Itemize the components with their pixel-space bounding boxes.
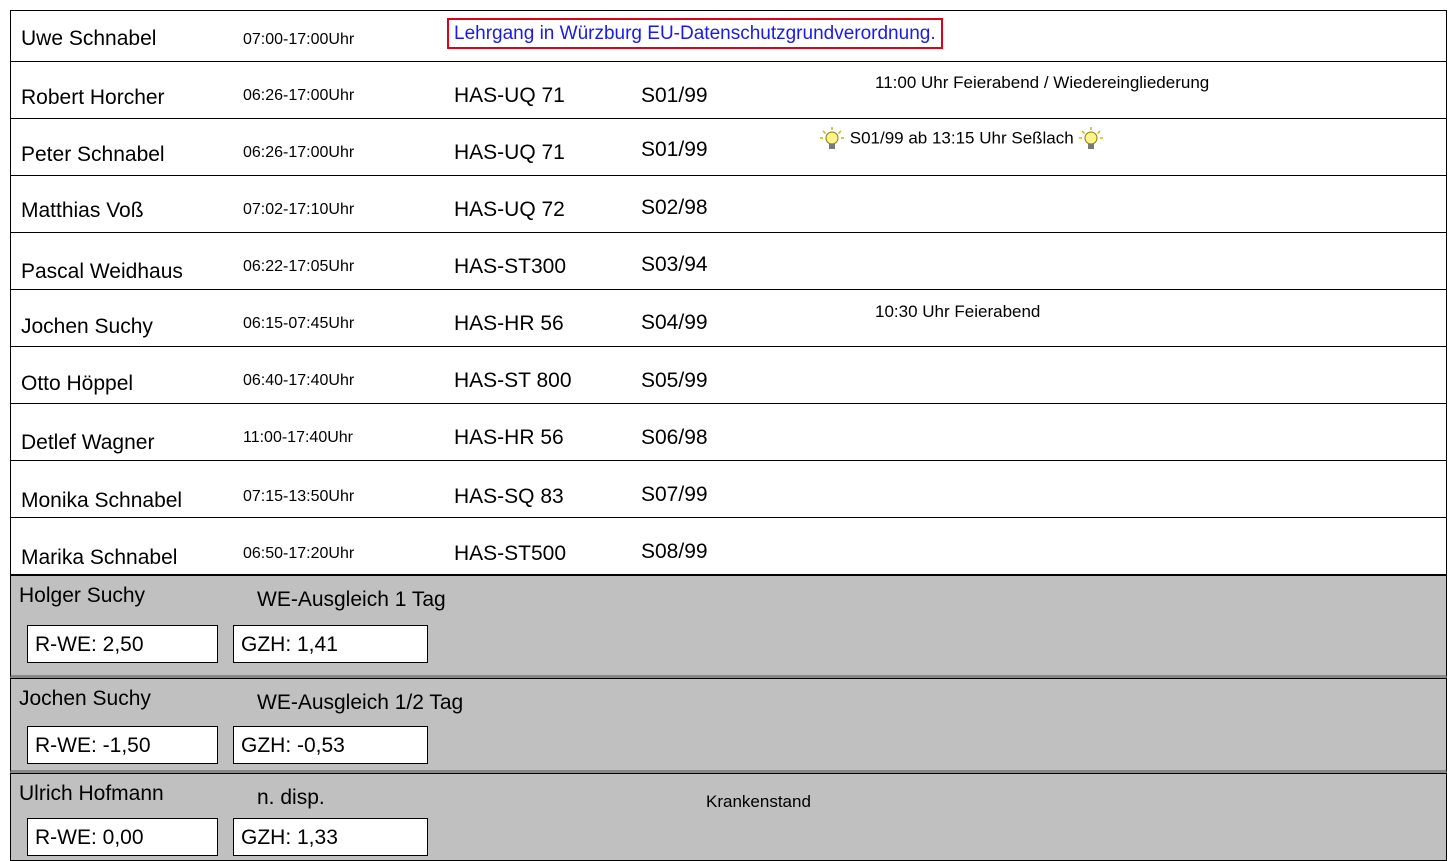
employee-name: Holger Suchy [19, 584, 146, 607]
route-code: S06/98 [641, 426, 708, 449]
lightbulb-icon [1079, 127, 1104, 149]
shift-time: 07:02-17:10Uhr [243, 201, 355, 218]
gzh-field[interactable]: GZH: 1,41 [233, 625, 428, 663]
absence-reason: WE-Ausgleich 1 Tag [257, 588, 446, 611]
employee-name: Marika Schnabel [21, 546, 178, 569]
rwe-field[interactable]: R-WE: 2,50 [27, 625, 218, 663]
employee-name: Otto Höppel [21, 372, 134, 395]
shift-time: 06:22-17:05Uhr [243, 258, 355, 275]
row-note: 10:30 Uhr Feierabend [875, 302, 1041, 321]
roster-row[interactable]: Matthias Voß 07:02-17:10Uhr HAS-UQ 72 S0… [10, 176, 1447, 233]
route-code: S08/99 [641, 540, 708, 563]
roster-row[interactable]: Pascal Weidhaus 06:22-17:05Uhr HAS-ST300… [10, 233, 1447, 290]
vehicle-plate: HAS-UQ 72 [454, 198, 565, 221]
absence-reason: WE-Ausgleich 1/2 Tag [257, 691, 464, 714]
gzh-field[interactable]: GZH: -0,53 [233, 726, 428, 764]
shift-time: 06:15-07:45Uhr [243, 315, 355, 332]
rwe-field[interactable]: R-WE: -1,50 [27, 726, 218, 764]
vehicle-plate: HAS-UQ 71 [454, 84, 565, 107]
vehicle-plate: HAS-SQ 83 [454, 485, 564, 508]
vehicle-plate: HAS-UQ 71 [454, 141, 565, 164]
absence-note: Krankenstand [706, 792, 811, 811]
employee-name: Ulrich Hofmann [19, 782, 164, 805]
route-code: S01/99 [641, 84, 708, 107]
vehicle-plate: HAS-ST500 [454, 542, 567, 565]
shift-time: 07:00-17:00Uhr [243, 31, 355, 48]
employee-name: Jochen Suchy [21, 315, 153, 338]
row-note-with-icons: S01/99 ab 13:15 Uhr Seßlach [819, 126, 1104, 152]
roster-row[interactable]: Marika Schnabel 06:50-17:20Uhr HAS-ST500… [10, 518, 1447, 575]
shift-time: 07:15-13:50Uhr [243, 488, 355, 505]
employee-name: Matthias Voß [21, 199, 144, 222]
absence-row[interactable]: Holger Suchy WE-Ausgleich 1 Tag R-WE: 2,… [10, 575, 1447, 678]
roster-row[interactable]: Monika Schnabel 07:15-13:50Uhr HAS-SQ 83… [10, 461, 1447, 518]
employee-name: Robert Horcher [21, 86, 165, 109]
shift-time: 06:26-17:00Uhr [243, 144, 355, 161]
employee-name: Detlef Wagner [21, 431, 155, 454]
shift-time: 06:40-17:40Uhr [243, 372, 355, 389]
vehicle-plate: HAS-ST300 [454, 255, 567, 278]
rwe-field[interactable]: R-WE: 0,00 [27, 818, 218, 856]
roster-row[interactable]: Otto Höppel 06:40-17:40Uhr HAS-ST 800 S0… [10, 347, 1447, 404]
absence-row[interactable]: Jochen Suchy WE-Ausgleich 1/2 Tag R-WE: … [10, 678, 1447, 773]
absence-row[interactable]: Ulrich Hofmann n. disp. Krankenstand R-W… [10, 773, 1447, 861]
roster-row[interactable]: Jochen Suchy 06:15-07:45Uhr HAS-HR 56 S0… [10, 290, 1447, 347]
employee-name: Pascal Weidhaus [21, 260, 183, 283]
course-note[interactable]: Lehrgang in Würzburg EU-Datenschutzgrund… [447, 18, 943, 49]
roster-row[interactable]: Peter Schnabel 06:26-17:00Uhr HAS-UQ 71 … [10, 119, 1447, 176]
employee-name: Uwe Schnabel [21, 27, 157, 50]
shift-time: 06:26-17:00Uhr [243, 87, 355, 104]
gzh-field[interactable]: GZH: 1,33 [233, 818, 428, 856]
duty-roster: Uwe Schnabel 07:00-17:00Uhr Lehrgang in … [0, 0, 1453, 861]
roster-row[interactable]: Uwe Schnabel 07:00-17:00Uhr Lehrgang in … [10, 10, 1447, 62]
row-note: S01/99 ab 13:15 Uhr Seßlach [849, 128, 1074, 148]
vehicle-plate: HAS-HR 56 [454, 426, 564, 449]
shift-time: 11:00-17:40Uhr [243, 429, 353, 446]
route-code: S02/98 [641, 196, 708, 219]
employee-name: Monika Schnabel [21, 489, 183, 512]
route-code: S05/99 [641, 369, 708, 392]
roster-row[interactable]: Robert Horcher 06:26-17:00Uhr HAS-UQ 71 … [10, 62, 1447, 119]
vehicle-plate: HAS-ST 800 [454, 369, 572, 392]
shift-time: 06:50-17:20Uhr [243, 545, 355, 562]
vehicle-plate: HAS-HR 56 [454, 312, 564, 335]
route-code: S03/94 [641, 253, 708, 276]
route-code: S01/99 [641, 138, 708, 161]
absence-reason: n. disp. [257, 786, 325, 809]
roster-row[interactable]: Detlef Wagner 11:00-17:40Uhr HAS-HR 56 S… [10, 404, 1447, 461]
route-code: S07/99 [641, 483, 708, 506]
employee-name: Peter Schnabel [21, 143, 165, 166]
employee-name: Jochen Suchy [19, 687, 151, 710]
route-code: S04/99 [641, 311, 708, 334]
row-note: 11:00 Uhr Feierabend / Wiedereingliederu… [875, 73, 1210, 92]
lightbulb-icon [820, 127, 844, 149]
